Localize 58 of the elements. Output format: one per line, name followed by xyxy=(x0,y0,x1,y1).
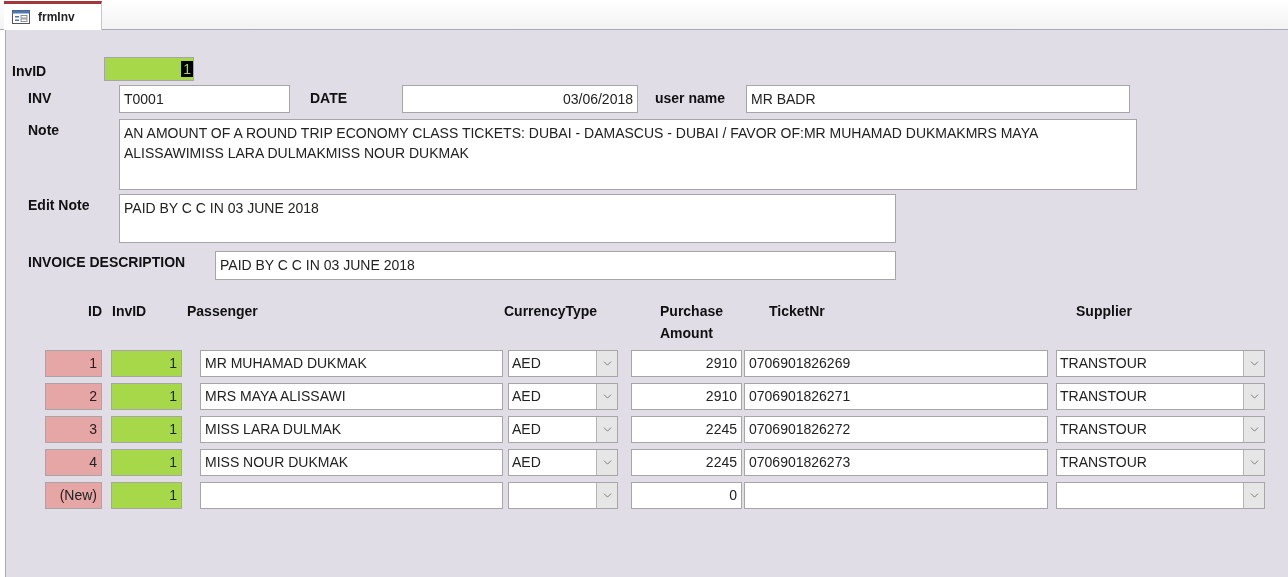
id-cell: 4 xyxy=(45,449,102,476)
id-cell: (New) xyxy=(45,482,102,509)
note-label: Note xyxy=(28,121,61,138)
supplier-dropdown[interactable]: TRANSTOUR xyxy=(1056,416,1265,443)
invid-cell: 1 xyxy=(111,449,182,476)
supplier-dropdown[interactable]: TRANSTOUR xyxy=(1056,383,1265,410)
column-header: InvID xyxy=(112,302,148,321)
date-label: DATE xyxy=(310,89,349,106)
amount-field[interactable]: 2245 xyxy=(631,449,742,476)
supplier-dropdown[interactable] xyxy=(1056,482,1265,509)
column-header: Supplier xyxy=(1076,302,1133,321)
invid-cell: 1 xyxy=(111,416,182,443)
edit-note-field[interactable]: PAID BY C C IN 03 JUNE 2018 xyxy=(119,194,896,243)
ticket-field[interactable]: 0706901826269 xyxy=(744,350,1048,377)
invoice-description-field[interactable]: PAID BY C C IN 03 JUNE 2018 xyxy=(215,251,896,280)
column-header: CurrencyType xyxy=(504,302,599,321)
invid-cell: 1 xyxy=(111,350,182,377)
column-header: Passenger xyxy=(187,302,259,321)
amount-field[interactable]: 2910 xyxy=(631,383,742,410)
invoice-description-label: INVOICE DESCRIPTION xyxy=(28,253,187,270)
inv-label: INV xyxy=(28,89,53,106)
supplier-dropdown[interactable]: TRANSTOUR xyxy=(1056,350,1265,377)
amount-field[interactable]: 2245 xyxy=(631,416,742,443)
invid-label: InvID xyxy=(12,62,48,79)
amount-field[interactable]: 2910 xyxy=(631,350,742,377)
passenger-field[interactable]: MISS LARA DULMAK xyxy=(200,416,503,443)
passenger-field[interactable]: MISS NOUR DUKMAK xyxy=(200,449,503,476)
passenger-field[interactable]: MR MUHAMAD DUKMAK xyxy=(200,350,503,377)
column-header: ID xyxy=(87,302,102,321)
id-cell: 3 xyxy=(45,416,102,443)
passenger-field[interactable] xyxy=(200,482,503,509)
date-field[interactable]: 03/06/2018 xyxy=(402,85,638,113)
column-header: Purchase Amount xyxy=(660,302,725,343)
passenger-field[interactable]: MRS MAYA ALISSAWI xyxy=(200,383,503,410)
id-cell: 2 xyxy=(45,383,102,410)
edit-note-label: Edit Note xyxy=(28,196,91,213)
column-header: TicketNr xyxy=(769,302,826,321)
invid-cell: 1 xyxy=(111,383,182,410)
ticket-field[interactable]: 0706901826272 xyxy=(744,416,1048,443)
form-tab[interactable]: frmInv xyxy=(4,1,102,30)
supplier-dropdown[interactable]: TRANSTOUR xyxy=(1056,449,1265,476)
currency-dropdown[interactable]: AED xyxy=(508,416,618,443)
id-cell: 1 xyxy=(45,350,102,377)
amount-field[interactable]: 0 xyxy=(631,482,742,509)
ticket-field[interactable]: 0706901826271 xyxy=(744,383,1048,410)
ticket-field[interactable] xyxy=(744,482,1048,509)
currency-dropdown[interactable]: AED xyxy=(508,383,618,410)
form-icon xyxy=(12,10,30,24)
invid-cell: 1 xyxy=(111,482,182,509)
currency-dropdown[interactable] xyxy=(508,482,618,509)
user-name-field[interactable]: MR BADR xyxy=(746,85,1130,113)
invid-field[interactable]: 1 xyxy=(104,57,194,81)
note-field[interactable]: AN AMOUNT OF A ROUND TRIP ECONOMY CLASS TICKETS: DUBAI - DAMASCUS - DUBAI / FAVOR OF:MR MUHAMAD DUKMAKMRS MAYA ALISSAWIMISS LARA DULMAKMISS NOUR DUKMAK xyxy=(119,119,1137,190)
ticket-field[interactable]: 0706901826273 xyxy=(744,449,1048,476)
inv-field[interactable]: T0001 xyxy=(119,85,290,113)
currency-dropdown[interactable]: AED xyxy=(508,350,618,377)
user-name-label: user name xyxy=(655,89,727,106)
currency-dropdown[interactable]: AED xyxy=(508,449,618,476)
